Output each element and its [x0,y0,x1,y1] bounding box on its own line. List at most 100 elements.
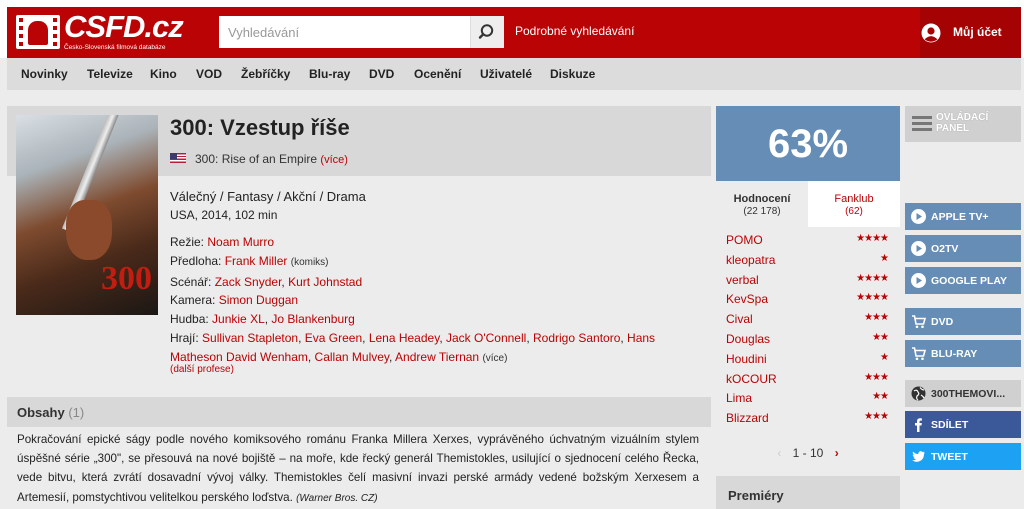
cast-more-link[interactable]: (více) [482,353,507,364]
tab-ratings[interactable]: Hodnocení (22 178) [716,181,808,227]
credit-person-link[interactable]: David Wenham [226,350,308,364]
nav-item-dvd[interactable]: DVD [369,67,394,81]
twitter-tweet-label: TWEET [931,451,968,463]
credit-person-link[interactable]: Zack Snyder [215,275,282,289]
user-rating-row: kleopatra ★ [716,251,900,271]
user-rating-stars-icon: ★★★ [864,371,889,383]
cart-icon [912,347,926,361]
account-label: Můj účet [953,25,1002,39]
twitter-icon [912,451,925,462]
apple-tv-label: APPLE TV+ [931,211,989,223]
user-rating-row: POMO ★★★★ [716,231,900,251]
user-rating-stars-icon: ★★★★ [856,233,889,244]
ratings-pager: ‹ 1 - 10 › [716,446,900,460]
user-rating-name[interactable]: Douglas [726,332,770,346]
nav-item-bluray[interactable]: Blu-ray [309,67,350,81]
credit-person-link[interactable]: Lena Headey [369,331,440,345]
credit-person-link[interactable]: Simon Duggan [219,293,298,307]
nav-item-novinky[interactable]: Novinky [21,67,68,81]
film-genres: Válečný / Fantasy / Akční / Drama [170,189,366,204]
plot-heading-text: Obsahy [17,405,65,420]
user-rating-stars-icon: ★★★ [864,411,889,423]
other-professions-link[interactable]: (další profese) [170,364,234,375]
original-title-more-link[interactable]: (více) [320,154,348,166]
nav-item-vod[interactable]: VOD [196,67,222,81]
official-site-button[interactable]: 300THEMOVI... [905,380,1021,407]
credit-person-link[interactable]: Noam Murro [207,235,274,249]
user-rating-row: KevSpa ★★★★ [716,290,900,310]
tab-ratings-count: (22 178) [743,206,781,217]
logo-text: CSFD.cz [64,9,184,44]
film-poster[interactable]: 300 [16,115,158,315]
credit-person-link[interactable]: Kurt Johnstad [288,275,362,289]
advanced-search-link[interactable]: Podrobné vyhledávání [515,24,634,38]
premieres-section: Premiéry [716,476,900,509]
user-rating-stars-icon: ★★★ [864,312,889,324]
official-site-label: 300THEMOVI... [931,388,1006,400]
pager-next-icon[interactable]: › [835,446,839,460]
user-rating-name[interactable]: Blizzard [726,411,769,425]
credit-person-link[interactable]: Frank Miller [225,254,288,268]
pager-range: 1 - 10 [792,446,824,460]
site-header: CSFD.cz Česko-Slovenská filmová databáze… [0,0,1024,58]
rating-average: 63% [716,106,900,181]
plot-source: (Warner Bros. CZ) [296,492,378,504]
plot-header: Obsahy (1) [7,397,711,427]
plot-heading: Obsahy (1) [17,405,84,420]
google-play-button[interactable]: GOOGLE PLAY [905,267,1021,294]
user-icon [921,23,941,43]
user-rating-stars-icon: ★★ [872,391,889,403]
apple-tv-button[interactable]: APPLE TV+ [905,203,1021,230]
user-rating-name[interactable]: KevSpa [726,292,768,306]
facebook-share-label: SDÍLET [931,419,969,431]
credit-person-link[interactable]: Junkie XL [212,312,265,326]
us-flag-icon [170,153,186,163]
plot-section: Obsahy (1) Pokračování epické ságy podle… [7,397,711,509]
credit-row: Kamera: Simon Duggan [170,291,700,310]
credit-person-link[interactable]: Eva Green [305,331,362,345]
user-rating-name[interactable]: Cival [726,312,753,326]
credit-person-link[interactable]: Jo Blankenburg [271,312,354,326]
site-logo[interactable]: CSFD.cz Česko-Slovenská filmová databáze [16,9,186,53]
nav-item-diskuze[interactable]: Diskuze [550,67,595,81]
twitter-tweet-button[interactable]: TWEET [905,443,1021,470]
user-rating-row: Cival ★★★ [716,310,900,330]
dvd-button[interactable]: DVD [905,308,1021,335]
search-input[interactable] [228,16,468,48]
nav-item-kino[interactable]: Kino [150,67,177,81]
nav-item-zebricky[interactable]: Žebříčky [241,67,290,81]
original-title-text: 300: Rise of an Empire [195,152,318,166]
premieres-heading: Premiéry [728,488,784,503]
facebook-icon [915,418,922,432]
user-rating-name[interactable]: Lima [726,391,752,405]
user-rating-row: kOCOUR ★★★ [716,370,900,390]
film-origin: USA, 2014, 102 min [170,208,278,222]
my-account-button[interactable]: Můj účet [921,20,1011,46]
facebook-share-button[interactable]: SDÍLET [905,411,1021,438]
o2tv-button[interactable]: O2TV [905,235,1021,262]
user-rating-row: Lima ★★ [716,389,900,409]
credit-person-link[interactable]: Callan Mulvey [315,350,389,364]
user-rating-name[interactable]: kleopatra [726,253,775,267]
control-panel-button[interactable]: OVLÁDACÍ PANEL [905,106,1021,142]
bluray-button[interactable]: BLU-RAY [905,340,1021,367]
credit-person-link[interactable]: Jack O'Connell [446,331,526,345]
user-rating-name[interactable]: Houdini [726,352,767,366]
credit-person-link[interactable]: Andrew Tiernan [395,350,479,364]
credit-person-link[interactable]: Sullivan Stapleton [202,331,298,345]
credit-role: Scénář: [170,274,212,289]
nav-item-oceneni[interactable]: Ocenění [414,67,461,81]
credit-person-link[interactable]: Rodrigo Santoro [533,331,620,345]
tab-fanclub-label: Fanklub [834,193,874,205]
user-rating-name[interactable]: POMO [726,233,763,247]
user-rating-row: Douglas ★★ [716,330,900,350]
user-rating-name[interactable]: kOCOUR [726,372,777,386]
nav-item-uzivatele[interactable]: Uživatelé [480,67,532,81]
search-button[interactable] [470,16,504,48]
user-rating-name[interactable]: verbal [726,273,759,287]
tab-fanclub[interactable]: Fanklub (62) [808,181,900,227]
tab-ratings-label: Hodnocení [733,193,791,205]
pager-prev-icon[interactable]: ‹ [777,446,781,460]
nav-item-televize[interactable]: Televize [87,67,133,81]
logo-subtitle: Česko-Slovenská filmová databáze [64,44,166,51]
